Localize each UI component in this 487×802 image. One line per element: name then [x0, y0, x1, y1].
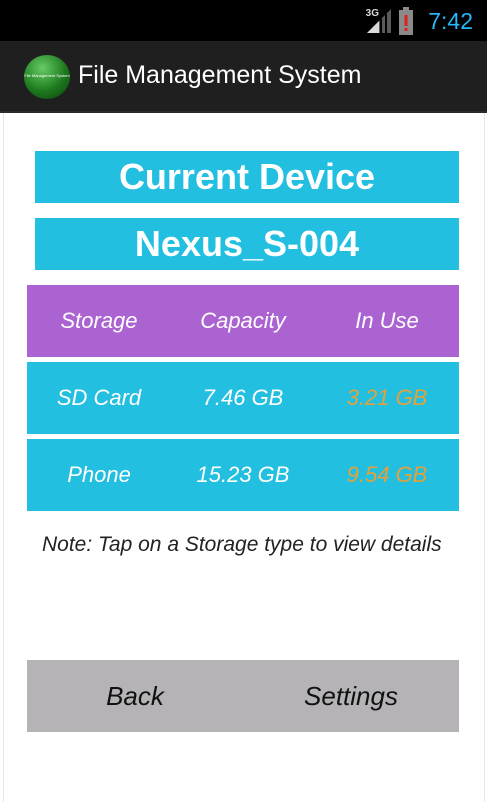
status-bar: 3G 7:42: [0, 0, 487, 41]
settings-button[interactable]: Settings: [243, 681, 459, 712]
storage-capacity: 7.46 GB: [202, 385, 284, 410]
storage-type: Phone: [67, 462, 131, 487]
storage-capacity: 15.23 GB: [196, 462, 290, 487]
signal-strength-icon: [367, 9, 391, 33]
storage-in-use: 9.54 GB: [346, 462, 428, 487]
note-text: Note: Tap on a Storage type to view deta…: [42, 533, 442, 556]
storage-type: SD Card: [56, 385, 142, 410]
column-header-storage: Storage: [60, 308, 138, 333]
logo-text: File Management System: [24, 73, 70, 78]
battery-alert-icon: [399, 7, 413, 35]
app-title: File Management System: [78, 61, 362, 89]
storage-row-phone[interactable]: Phone 15.23 GB 9.54 GB: [27, 439, 459, 511]
page-title: Current Device: [35, 151, 459, 203]
device-name: Nexus_S-004: [35, 218, 459, 270]
action-bar: File Management System File Management S…: [0, 41, 487, 113]
column-header-in-use: In Use: [355, 308, 419, 333]
clock: 7:42: [428, 8, 473, 34]
storage-in-use: 3.21 GB: [346, 385, 428, 410]
storage-row-sd-card[interactable]: SD Card 7.46 GB 3.21 GB: [27, 362, 459, 434]
table-header: Storage Capacity In Use: [27, 285, 459, 357]
back-button[interactable]: Back: [27, 681, 243, 712]
app-logo-icon[interactable]: File Management System: [24, 55, 70, 99]
column-header-capacity: Capacity: [200, 308, 286, 333]
bottom-button-bar: Back Settings: [27, 660, 459, 732]
